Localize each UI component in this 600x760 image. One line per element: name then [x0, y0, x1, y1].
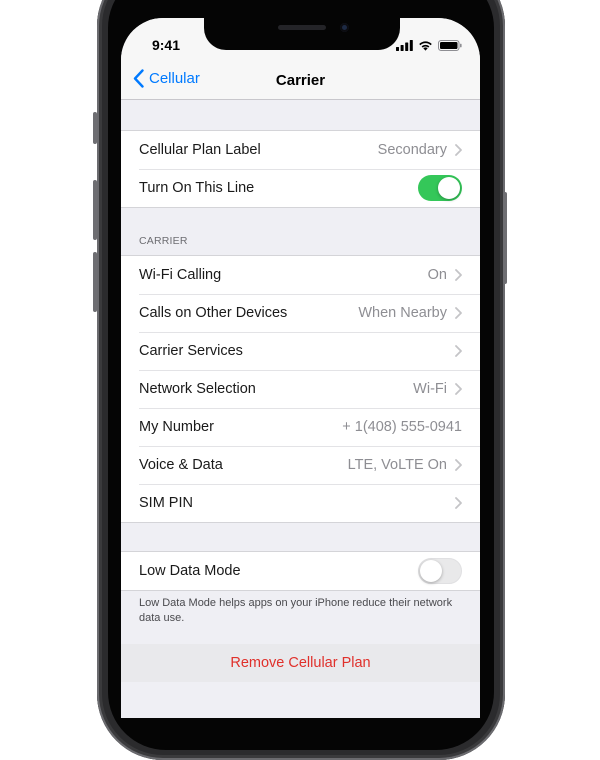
carrier-services-row[interactable]: Carrier Services — [121, 332, 480, 370]
row-label: Network Selection — [139, 381, 256, 397]
sim-pin-row[interactable]: SIM PIN — [121, 484, 480, 522]
chevron-right-icon — [455, 497, 462, 509]
wifi-icon — [419, 40, 432, 51]
chevron-right-icon — [455, 345, 462, 357]
status-time: 9:41 — [151, 37, 181, 53]
navigation-bar: Cellular Carrier — [121, 62, 480, 100]
turn-on-this-line-row: Turn On This Line — [121, 169, 480, 207]
row-label: Cellular Plan Label — [139, 142, 261, 158]
turn-on-line-toggle[interactable] — [418, 175, 462, 201]
cellular-plan-label-row[interactable]: Cellular Plan Label Secondary — [121, 131, 480, 169]
page-title: Carrier — [275, 72, 326, 89]
row-label: Voice & Data — [139, 457, 223, 473]
toggle-knob — [420, 560, 442, 582]
notch — [204, 18, 400, 50]
row-value: On — [427, 267, 447, 283]
low-data-group: Low Data Mode — [121, 551, 480, 591]
plan-settings-group: Cellular Plan Label Secondary Turn On Th… — [121, 130, 480, 208]
network-selection-row[interactable]: Network Selection Wi-Fi — [121, 370, 480, 408]
chevron-right-icon — [455, 383, 462, 395]
row-label: Turn On This Line — [139, 180, 255, 196]
ring-silent-switch — [93, 112, 97, 144]
row-label: Carrier Services — [139, 343, 243, 359]
remove-cellular-plan-button[interactable]: Remove Cellular Plan — [121, 644, 480, 682]
chevron-right-icon — [455, 269, 462, 281]
low-data-mode-row: Low Data Mode — [121, 552, 480, 590]
toggle-knob — [438, 177, 460, 199]
phone-number-value: + 1(408) 555-0941 — [342, 419, 462, 435]
low-data-footer-note: Low Data Mode helps apps on your iPhone … — [139, 597, 453, 624]
row-value: When Nearby — [358, 305, 447, 321]
calls-on-other-devices-row[interactable]: Calls on Other Devices When Nearby — [121, 294, 480, 332]
volume-down-button — [93, 252, 97, 312]
earpiece-speaker — [278, 25, 326, 30]
row-value: Secondary — [377, 142, 447, 158]
voice-and-data-row[interactable]: Voice & Data LTE, VoLTE On — [121, 446, 480, 484]
front-camera — [340, 23, 349, 32]
row-label: Calls on Other Devices — [139, 305, 288, 321]
row-value: Wi-Fi — [413, 381, 447, 397]
remove-cellular-plan-label: Remove Cellular Plan — [230, 655, 371, 671]
carrier-settings-group: Wi-Fi Calling On Calls on Other Devices … — [121, 255, 480, 523]
chevron-right-icon — [455, 144, 462, 156]
row-label: Wi-Fi Calling — [139, 267, 222, 283]
row-value: LTE, VoLTE On — [347, 457, 447, 473]
wifi-calling-row[interactable]: Wi-Fi Calling On — [121, 256, 480, 294]
row-label: My Number — [139, 419, 214, 435]
cellular-signal-icon — [396, 39, 413, 51]
battery-icon — [438, 39, 462, 51]
low-data-mode-toggle[interactable] — [418, 558, 462, 584]
chevron-right-icon — [455, 307, 462, 319]
section-header-carrier: CARRIER — [139, 235, 188, 247]
side-button — [503, 192, 507, 284]
my-number-row: My Number + 1(408) 555-0941 — [121, 408, 480, 446]
row-label: Low Data Mode — [139, 563, 241, 579]
status-icons — [396, 39, 462, 51]
phone-screen: 9:41 Cellular Carrier Cellular Plan Labe… — [121, 18, 480, 718]
chevron-right-icon — [455, 459, 462, 471]
volume-up-button — [93, 180, 97, 240]
row-label: SIM PIN — [139, 495, 193, 511]
